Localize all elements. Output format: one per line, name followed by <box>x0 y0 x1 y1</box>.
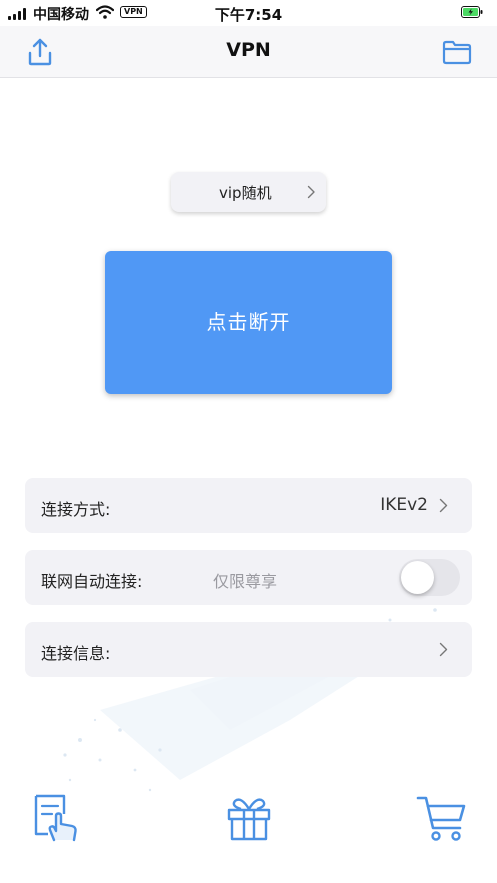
connection-info-label: 连接信息: <box>41 644 111 663</box>
toggle-knob <box>401 561 434 594</box>
auto-connect-label: 联网自动连接: <box>41 572 143 591</box>
connection-mode-label: 连接方式: <box>41 500 111 519</box>
connection-info-row[interactable]: 连接信息: <box>25 622 472 677</box>
sign-in-touch-icon[interactable] <box>30 792 82 844</box>
auto-connect-toggle[interactable] <box>399 559 460 596</box>
chevron-right-icon <box>439 642 448 657</box>
cart-icon[interactable] <box>416 792 468 844</box>
page-title: VPN <box>226 39 271 61</box>
folder-icon[interactable] <box>441 36 473 68</box>
server-selector-label: vip随机 <box>219 184 272 202</box>
auto-connect-row: 联网自动连接: 仅限尊享 <box>25 550 472 605</box>
connection-mode-row[interactable]: 连接方式: IKEv2 <box>25 478 472 533</box>
server-selector[interactable]: vip随机 <box>171 172 326 212</box>
disconnect-button[interactable]: 点击断开 <box>105 251 392 394</box>
status-time: 下午7:54 <box>214 6 283 24</box>
navigation-bar: VPN <box>0 26 497 78</box>
battery-charging-icon <box>461 6 483 18</box>
gift-icon[interactable] <box>223 792 275 844</box>
status-bar: 中国移动 VPN 下午7:54 <box>0 0 497 26</box>
connection-mode-value: IKEv2 <box>380 495 428 515</box>
chevron-right-icon <box>307 185 315 199</box>
chevron-right-icon <box>439 498 448 513</box>
premium-only-hint: 仅限尊享 <box>213 572 278 591</box>
